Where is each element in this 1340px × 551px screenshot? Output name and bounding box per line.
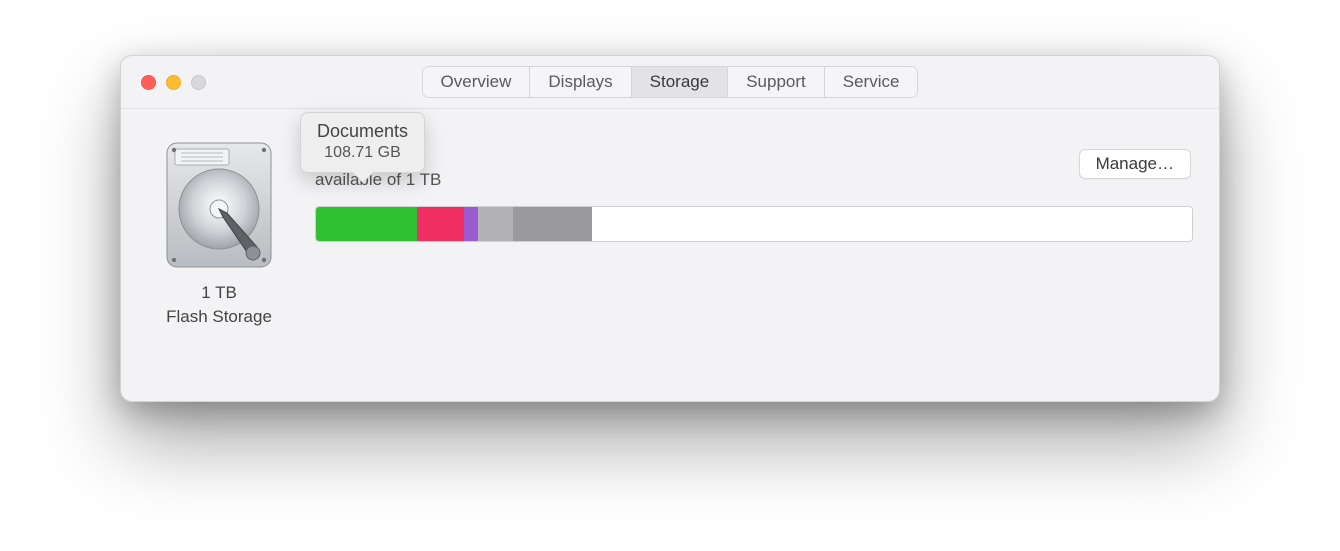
storage-segment-other-1[interactable] (464, 207, 478, 241)
storage-pane: 1 TB Flash Storage Manage… HD available … (121, 109, 1219, 355)
drive-media-label: Flash Storage (166, 307, 272, 327)
tab-support[interactable]: Support (728, 67, 825, 97)
volume-name: HD (315, 143, 1191, 166)
window-controls (141, 75, 206, 90)
tab-storage[interactable]: Storage (632, 67, 729, 97)
storage-segment-other-2[interactable] (513, 207, 592, 241)
zoom-window-button[interactable] (191, 75, 206, 90)
tooltip-title: Documents (317, 121, 408, 142)
tab-service[interactable]: Service (825, 67, 918, 97)
storage-segment-free[interactable] (592, 207, 1192, 241)
storage-segment-tooltip: Documents 108.71 GB (300, 112, 425, 173)
storage-segment-system[interactable] (478, 207, 513, 241)
about-this-mac-window: OverviewDisplaysStorageSupportService (120, 55, 1220, 402)
manage-storage-button[interactable]: Manage… (1079, 149, 1191, 179)
volume-availability-label: available of 1 TB (315, 170, 1191, 190)
volume-info: Manage… HD available of 1 TB Documents 1… (315, 139, 1191, 242)
drive-summary: 1 TB Flash Storage (149, 139, 289, 327)
tooltip-value: 108.71 GB (317, 144, 408, 162)
section-tabs: OverviewDisplaysStorageSupportService (422, 66, 919, 98)
close-window-button[interactable] (141, 75, 156, 90)
storage-segment-documents[interactable] (316, 207, 417, 241)
titlebar: OverviewDisplaysStorageSupportService (121, 56, 1219, 109)
minimize-window-button[interactable] (166, 75, 181, 90)
drive-capacity-label: 1 TB (201, 283, 237, 303)
tab-overview[interactable]: Overview (423, 67, 531, 97)
tab-displays[interactable]: Displays (530, 67, 631, 97)
storage-segment-apps[interactable] (417, 207, 464, 241)
storage-usage-bar[interactable] (315, 206, 1193, 242)
internal-drive-icon (161, 139, 277, 271)
